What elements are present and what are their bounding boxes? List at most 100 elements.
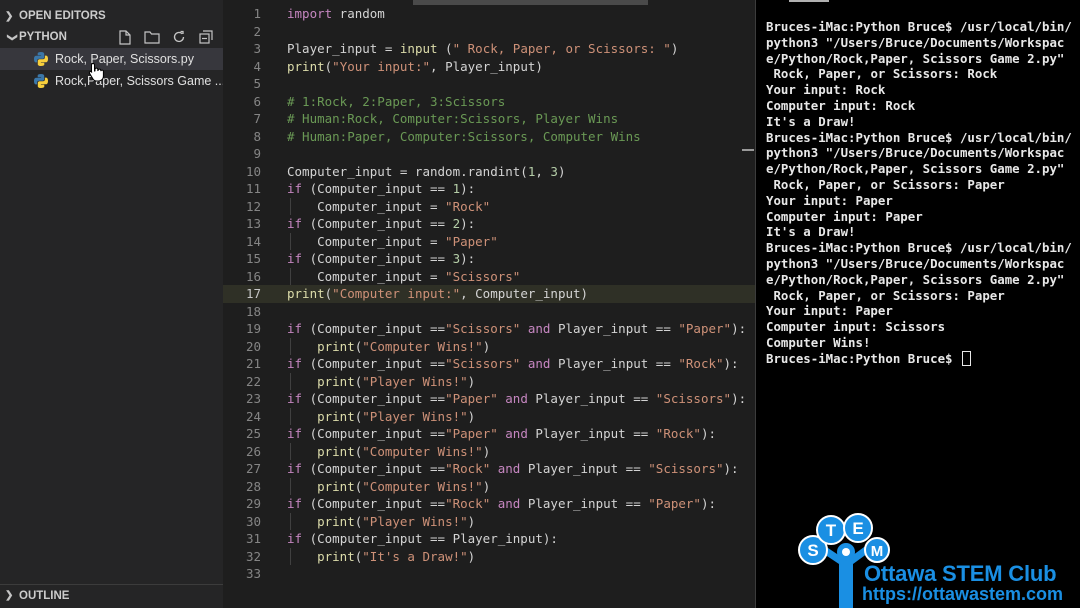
code-line[interactable]: 32 print("It's a Draw!") bbox=[223, 547, 755, 565]
code-token: ) bbox=[467, 373, 476, 389]
line-number: 3 bbox=[253, 41, 261, 56]
code-line[interactable]: 5 bbox=[223, 75, 755, 93]
code-token: "Rock" bbox=[445, 198, 491, 214]
code-line[interactable]: 11 if (Computer_input == 1): bbox=[223, 180, 755, 198]
code-line[interactable]: 6 # 1:Rock, 2:Paper, 3:Scissors bbox=[223, 93, 755, 111]
logo-letter: S bbox=[807, 541, 818, 560]
line-number: 14 bbox=[245, 233, 261, 249]
code-token: ): bbox=[723, 461, 739, 476]
line-number: 7 bbox=[253, 111, 261, 126]
code-line[interactable]: 21 if (Computer_input =="Scissors" and Pl… bbox=[223, 355, 755, 373]
code-line[interactable]: 1 import random bbox=[223, 5, 755, 23]
line-number: 27 bbox=[245, 461, 261, 476]
line-number: 32 bbox=[245, 548, 261, 564]
code-text: print("Player Wins!") bbox=[287, 408, 475, 426]
file-item-rock-paper-scissors-game[interactable]: Rock,Paper, Scissors Game ... bbox=[0, 70, 223, 92]
code-line[interactable]: 7 # Human:Rock, Computer:Scissors, Player… bbox=[223, 110, 755, 128]
line-number: 15 bbox=[245, 251, 261, 266]
line-number: 33 bbox=[245, 566, 261, 581]
line-number: 9 bbox=[253, 146, 261, 161]
code-token: "Computer Wins!" bbox=[362, 443, 483, 459]
code-line[interactable]: 13 if (Computer_input == 2): bbox=[223, 215, 755, 233]
line-number: 25 bbox=[245, 426, 261, 441]
line-number: 24 bbox=[245, 408, 261, 424]
code-token: Player_input == bbox=[520, 496, 649, 511]
code-text: if (Computer_input =="Scissors" and Play… bbox=[287, 320, 746, 338]
code-line[interactable]: 31 if (Computer_input == Player_input): bbox=[223, 530, 755, 548]
code-token: (Computer_input == bbox=[302, 216, 453, 231]
code-editor[interactable]: 1 import random 2 3 Player_input = input (" … bbox=[223, 0, 755, 608]
code-line[interactable]: 19 if (Computer_input =="Scissors" and Pl… bbox=[223, 320, 755, 338]
code-token: "Paper" bbox=[678, 321, 732, 336]
code-line[interactable]: 15 if (Computer_input == 3): bbox=[223, 250, 755, 268]
code-token: ) bbox=[482, 478, 491, 494]
code-line[interactable]: 23 if (Computer_input =="Paper" and Playe… bbox=[223, 390, 755, 408]
code-line[interactable]: 29 if (Computer_input =="Rock" and Player… bbox=[223, 495, 755, 513]
code-token: "Computer Wins!" bbox=[362, 338, 483, 354]
code-token: "Rock" bbox=[678, 356, 724, 371]
code-line[interactable]: 24 print("Player Wins!") bbox=[223, 407, 755, 426]
code-line[interactable]: 27 if (Computer_input =="Rock" and Player… bbox=[223, 460, 755, 478]
chevron-down-icon: ❯ bbox=[6, 32, 18, 42]
code-line[interactable]: 28 print("Computer Wins!") bbox=[223, 477, 755, 496]
code-text: print("Computer Wins!") bbox=[287, 338, 490, 356]
folder-section-header[interactable]: ❯ PYTHON bbox=[0, 26, 223, 48]
code-line[interactable]: 16 Computer_input = "Scissors" bbox=[223, 267, 755, 285]
code-line[interactable]: 14 Computer_input = "Paper" bbox=[223, 232, 755, 250]
outline-section-header[interactable]: ❯ OUTLINE bbox=[0, 584, 223, 606]
open-editors-section-header[interactable]: ❯ OPEN EDITORS bbox=[0, 5, 223, 27]
code-token: if bbox=[287, 426, 303, 441]
code-line[interactable]: 20 print("Computer Wins!") bbox=[223, 337, 755, 356]
code-line[interactable]: 9 bbox=[223, 145, 755, 163]
terminal-output-text: Bruces-iMac:Python Bruce$ /usr/local/bin… bbox=[766, 19, 1072, 366]
code-token: "Computer input:" bbox=[332, 286, 461, 301]
code-text: if (Computer_input == 1): bbox=[287, 180, 475, 198]
new-file-icon[interactable] bbox=[116, 28, 134, 46]
code-token: (Computer_input == bbox=[302, 461, 446, 476]
code-line[interactable]: 2 bbox=[223, 23, 755, 41]
code-line[interactable]: 25 if (Computer_input =="Paper" and Playe… bbox=[223, 425, 755, 443]
code-token: (Computer_input == bbox=[302, 251, 453, 266]
line-number: 28 bbox=[245, 478, 261, 494]
code-token: ): bbox=[460, 181, 476, 196]
line-number: 31 bbox=[245, 531, 261, 546]
code-token: Player_input == bbox=[550, 356, 679, 371]
line-number: 5 bbox=[253, 76, 261, 91]
code-token: print bbox=[287, 58, 325, 74]
collapse-all-icon[interactable] bbox=[197, 28, 215, 46]
code-token: ): bbox=[731, 321, 747, 336]
code-text: Computer_input = random.randint(1, 3) bbox=[287, 163, 565, 181]
refresh-icon[interactable] bbox=[170, 28, 188, 46]
code-line[interactable]: 3 Player_input = input (" Rock, Paper, or… bbox=[223, 40, 755, 58]
code-token: print bbox=[287, 286, 325, 301]
code-line[interactable]: 10 Computer_input = random.randint(1, 3) bbox=[223, 163, 755, 181]
code-line[interactable]: 17 print("Computer input:", Computer_inpu… bbox=[223, 285, 755, 303]
code-text: print("Computer Wins!") bbox=[287, 478, 490, 496]
line-number: 30 bbox=[245, 513, 261, 529]
new-folder-icon[interactable] bbox=[143, 28, 161, 46]
code-token: "Player Wins!" bbox=[362, 513, 468, 529]
code-line[interactable]: 33 bbox=[223, 565, 755, 583]
code-token: (Computer_input == bbox=[302, 426, 446, 441]
code-line[interactable]: 12 Computer_input = "Rock" bbox=[223, 197, 755, 215]
code-token: and bbox=[527, 356, 551, 371]
code-line[interactable]: 8 # Human:Paper, Computer:Scissors, Compu… bbox=[223, 128, 755, 146]
code-token: Computer_input = bbox=[287, 198, 446, 214]
outline-label: OUTLINE bbox=[19, 589, 70, 602]
code-line[interactable]: 22 print("Player Wins!") bbox=[223, 372, 755, 390]
code-line[interactable]: 30 print("Player Wins!") bbox=[223, 512, 755, 530]
code-token: ): bbox=[460, 251, 476, 266]
code-token: and bbox=[527, 321, 551, 336]
code-line[interactable]: 4 print("Your input:", Player_input) bbox=[223, 58, 755, 76]
file-item-rock-paper-scissors[interactable]: Rock, Paper, Scissors.py bbox=[0, 48, 223, 70]
code-line[interactable]: 26 print("Computer Wins!") bbox=[223, 442, 755, 460]
code-text: if (Computer_input =="Rock" and Player_i… bbox=[287, 460, 739, 478]
code-token: "Computer Wins!" bbox=[362, 478, 483, 494]
code-line[interactable]: 18 bbox=[223, 303, 755, 321]
code-token: print bbox=[317, 373, 355, 389]
